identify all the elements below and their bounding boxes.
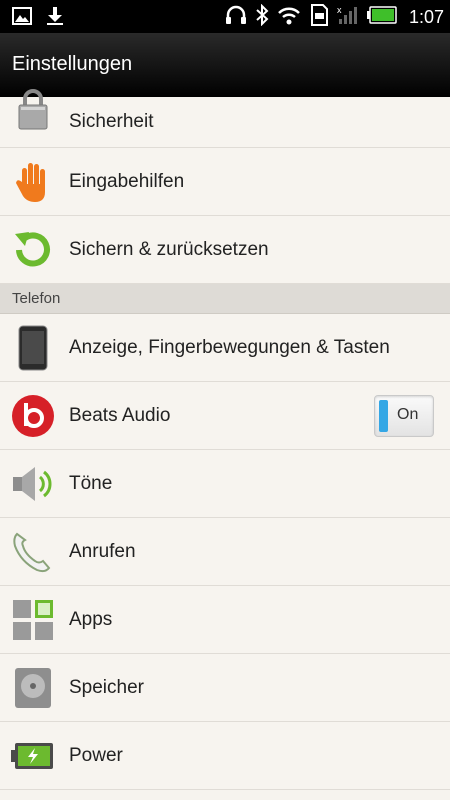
wifi-icon: [277, 5, 301, 30]
sd-card-icon: [309, 4, 329, 31]
settings-item-label: Power: [69, 744, 123, 766]
lock-icon: [10, 86, 56, 132]
phone-icon: [10, 325, 56, 371]
settings-item-label: Töne: [69, 472, 113, 494]
battery-icon: [366, 6, 397, 29]
download-icon: [46, 6, 64, 31]
settings-item-power[interactable]: Power: [0, 722, 450, 790]
settings-item-label: Beats Audio: [69, 404, 171, 426]
settings-item-apps[interactable]: Apps: [0, 586, 450, 654]
status-bar: x 1:07: [0, 0, 450, 33]
settings-item-display-gestures-buttons[interactable]: Anzeige, Fingerbewegungen & Tasten: [0, 314, 450, 382]
settings-item-label: Eingabehilfen: [69, 170, 185, 192]
settings-item-sounds[interactable]: Töne: [0, 450, 450, 518]
headphones-icon: [225, 5, 247, 30]
bluetooth-icon: [255, 3, 269, 31]
toggle-state: On: [397, 405, 419, 423]
toggle-indicator: [379, 399, 388, 432]
settings-item-beats-audio[interactable]: Beats Audio On: [0, 382, 450, 450]
status-time: 1:07: [408, 7, 444, 27]
settings-item-label: Anrufen: [69, 540, 136, 562]
settings-item-label: Sichern & zurücksetzen: [69, 238, 269, 260]
page-title: Einstellungen: [12, 53, 133, 75]
beats-icon: [10, 393, 56, 439]
settings-item-backup-reset[interactable]: Sichern & zurücksetzen: [0, 216, 450, 284]
settings-item-label: Sicherheit: [69, 111, 154, 132]
section-header-telefon: Telefon: [0, 284, 450, 314]
settings-list: Sicherheit Eingabehilfen Sichern & zurüc…: [0, 89, 450, 790]
settings-item-label: Anzeige, Fingerbewegungen & Tasten: [69, 336, 390, 358]
section-title: Telefon: [12, 290, 61, 307]
refresh-icon: [10, 227, 56, 273]
settings-item-label: Apps: [69, 608, 113, 630]
speaker-icon: [10, 461, 56, 507]
settings-item-accessibility[interactable]: Eingabehilfen: [0, 148, 450, 216]
battery-power-icon: [10, 733, 56, 779]
app-header: Einstellungen: [0, 33, 450, 98]
settings-item-label: Speicher: [69, 676, 144, 698]
apps-icon: [10, 597, 56, 643]
svg-text:x: x: [337, 5, 342, 15]
settings-item-storage[interactable]: Speicher: [0, 654, 450, 722]
beats-audio-toggle[interactable]: On: [374, 394, 434, 437]
settings-item-security[interactable]: Sicherheit: [0, 89, 450, 148]
storage-icon: [10, 665, 56, 711]
settings-item-calls[interactable]: Anrufen: [0, 518, 450, 586]
hand-icon: [10, 159, 56, 205]
handset-icon: [10, 529, 56, 575]
signal-icon: x: [337, 5, 359, 30]
image-icon: [12, 7, 32, 30]
